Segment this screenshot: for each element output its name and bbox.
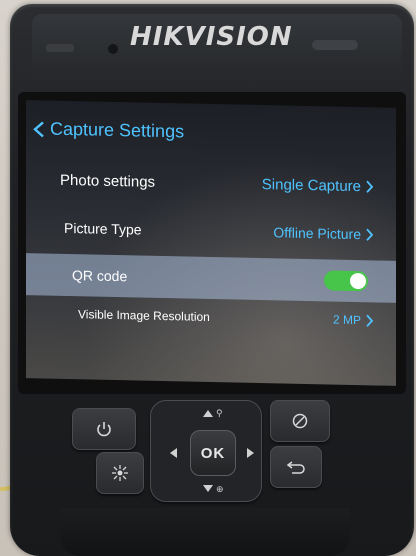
picture-type-row[interactable]: Picture Type Offline Picture bbox=[26, 210, 396, 252]
laser-icon bbox=[112, 465, 128, 481]
right-arrow-icon[interactable] bbox=[247, 448, 254, 458]
back-chevron-icon[interactable] bbox=[32, 120, 46, 138]
brand-logo: HIKVISION bbox=[130, 22, 293, 52]
picture-type-value: Offline Picture bbox=[273, 224, 374, 242]
power-button[interactable] bbox=[72, 408, 136, 450]
lens-window bbox=[312, 40, 358, 50]
picture-type-value-text: Offline Picture bbox=[273, 224, 361, 243]
device-screen: Capture Settings Photo settings Single C… bbox=[26, 100, 396, 386]
photo-settings-label: Photo settings bbox=[60, 171, 156, 191]
visible-image-resolution-value: 2 MP bbox=[333, 313, 374, 328]
chevron-right-icon bbox=[366, 314, 374, 327]
visible-image-resolution-value-text: 2 MP bbox=[332, 312, 361, 328]
picture-type-label: Picture Type bbox=[64, 219, 142, 238]
device-handle bbox=[60, 508, 350, 556]
power-icon bbox=[97, 422, 111, 437]
photo-settings-row[interactable]: Photo settings Single Capture bbox=[26, 162, 396, 204]
up-arrow-icon[interactable] bbox=[203, 410, 213, 417]
chevron-right-icon bbox=[366, 180, 374, 193]
shutter-button[interactable] bbox=[270, 400, 330, 442]
down-arrow-icon[interactable] bbox=[203, 485, 213, 492]
qr-code-toggle[interactable] bbox=[324, 270, 368, 292]
led-indicator bbox=[108, 44, 118, 54]
left-arrow-icon[interactable] bbox=[170, 448, 177, 458]
no-sign-icon bbox=[292, 413, 308, 429]
laser-button[interactable] bbox=[96, 452, 144, 494]
focus-icon: ⚲ bbox=[216, 408, 223, 418]
return-icon bbox=[286, 461, 305, 474]
screen-header[interactable]: Capture Settings bbox=[32, 118, 184, 142]
photo-settings-value: Single Capture bbox=[262, 176, 374, 195]
zoom-icon: ⊕ bbox=[216, 484, 224, 494]
visible-image-resolution-row[interactable]: Visible Image Resolution 2 MP bbox=[26, 296, 396, 338]
toggle-knob bbox=[350, 272, 366, 290]
return-button[interactable] bbox=[270, 446, 322, 488]
page-title: Capture Settings bbox=[50, 118, 185, 142]
qr-code-label: QR code bbox=[72, 267, 128, 285]
visible-image-resolution-label: Visible Image Resolution bbox=[78, 307, 210, 324]
ok-button[interactable]: OK bbox=[190, 430, 236, 476]
chevron-right-icon bbox=[366, 228, 374, 241]
qr-code-row[interactable]: QR code bbox=[26, 253, 396, 303]
photo-settings-value-text: Single Capture bbox=[261, 175, 361, 195]
sensor-window bbox=[46, 44, 74, 52]
